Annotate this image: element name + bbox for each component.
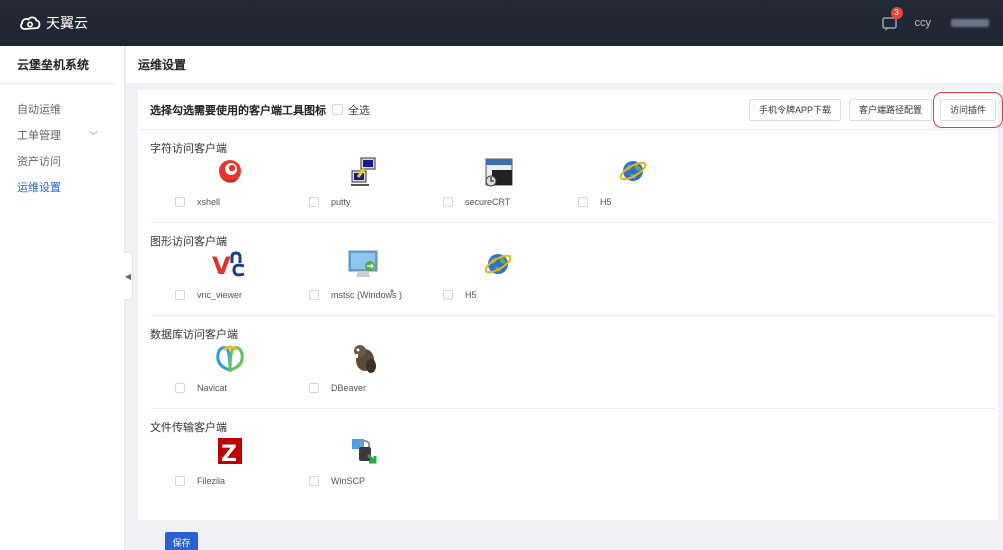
client-item-mstsc[interactable]: mstsc (Windows ) ● bbox=[309, 249, 419, 309]
client-item-filezilla[interactable]: Z Filezila bbox=[175, 435, 285, 495]
sidebar-nav: 自动运维 工单管理 ﹀ 资产访问 运维设置 bbox=[0, 97, 124, 201]
system-title: 云堡垒机系统 bbox=[0, 46, 116, 84]
sidebar-item-work-orders[interactable]: 工单管理 ﹀ bbox=[0, 123, 124, 149]
client-checkbox[interactable] bbox=[175, 476, 185, 486]
cloud-logo-icon bbox=[20, 16, 41, 30]
mobile-token-app-download-button[interactable]: 手机令牌APP下载 bbox=[748, 99, 841, 121]
client-checkbox[interactable] bbox=[443, 290, 453, 300]
sidebar-item-label: 自动运维 bbox=[17, 104, 61, 116]
client-checkbox[interactable] bbox=[175, 383, 185, 393]
client-item-navicat[interactable]: Navicat bbox=[175, 342, 285, 402]
sidebar-item-label: 工单管理 bbox=[17, 130, 61, 142]
client-label: putty bbox=[331, 197, 351, 207]
sidebar-item-auto-ops[interactable]: 自动运维 bbox=[0, 97, 124, 123]
xshell-icon bbox=[219, 160, 241, 183]
putty-icon bbox=[351, 157, 376, 186]
dbeaver-icon bbox=[354, 345, 376, 373]
client-item-xshell[interactable]: xshell bbox=[175, 156, 285, 216]
client-label: xshell bbox=[197, 197, 221, 207]
logo-text: 天翼云 bbox=[46, 15, 88, 31]
sidebar-collapse-toggle[interactable]: ◀ bbox=[124, 252, 133, 300]
save-button[interactable]: 保存 bbox=[165, 532, 198, 550]
client-label: H5 bbox=[600, 197, 612, 207]
client-checkbox[interactable] bbox=[309, 476, 319, 486]
client-label: Navicat bbox=[197, 383, 228, 393]
section-title: 数据库访问客户端 bbox=[150, 329, 238, 341]
client-item-h5[interactable]: H5 bbox=[578, 156, 688, 216]
filezilla-icon: Z bbox=[218, 438, 242, 467]
client-label: H5 bbox=[465, 290, 477, 300]
user-name[interactable]: ccy bbox=[915, 17, 932, 29]
client-checkbox[interactable] bbox=[309, 383, 319, 393]
mstsc-icon bbox=[348, 250, 378, 277]
sidebar-item-asset-access[interactable]: 资产访问 bbox=[0, 149, 124, 175]
sidebar-item-label: 运维设置 bbox=[17, 182, 61, 194]
select-all-label[interactable]: 全选 bbox=[348, 102, 370, 118]
chevron-down-icon: ﹀ bbox=[88, 131, 98, 141]
select-all-checkbox[interactable] bbox=[332, 104, 343, 115]
client-checkbox[interactable] bbox=[443, 197, 453, 207]
top-bar: 天翼云 3 ccy bbox=[0, 0, 1003, 46]
vnc-icon: V bbox=[212, 251, 245, 279]
logo[interactable]: 天翼云 bbox=[19, 13, 88, 33]
svg-text:Z: Z bbox=[221, 442, 237, 467]
winscp-icon bbox=[352, 439, 377, 464]
client-label: vnc_viewer bbox=[197, 290, 243, 300]
client-checkbox[interactable] bbox=[175, 197, 185, 207]
client-item-putty[interactable]: putty bbox=[309, 156, 419, 216]
toolbar-title: 选择勾选需要使用的客户端工具图标 bbox=[150, 104, 326, 117]
user-account-blurred[interactable] bbox=[951, 19, 989, 27]
globe-icon bbox=[484, 254, 512, 274]
sidebar-item-ops-settings[interactable]: 运维设置 bbox=[0, 175, 124, 201]
settings-card: 选择勾选需要使用的客户端工具图标 全选 手机令牌APP下载 客户端路径配置 访问… bbox=[138, 90, 1003, 520]
access-plugin-button[interactable]: 访问插件 bbox=[932, 92, 1003, 128]
client-label: Filezila bbox=[197, 476, 226, 486]
notification-badge: 3 bbox=[890, 7, 903, 19]
navicat-icon bbox=[216, 345, 244, 372]
sidebar: 云堡垒机系统 自动运维 工单管理 ﹀ 资产访问 运维设置 bbox=[0, 46, 125, 550]
section-character-clients: 字符访问客户端 xshell putty secureCRT H5 bbox=[150, 130, 996, 223]
section-title: 图形访问客户端 bbox=[150, 236, 227, 248]
section-title: 文件传输客户端 bbox=[150, 422, 227, 434]
chevron-left-icon: ◀ bbox=[124, 271, 132, 281]
client-item-securecrt[interactable]: secureCRT bbox=[443, 156, 553, 216]
section-graphical-clients: 图形访问客户端 V vnc_viewer mstsc (Windows) ● … bbox=[150, 223, 996, 316]
notification-bell[interactable]: 3 bbox=[881, 7, 903, 33]
section-title: 字符访问客户端 bbox=[150, 143, 227, 155]
page-title: 运维设置 bbox=[126, 46, 1003, 84]
client-checkbox[interactable] bbox=[309, 290, 319, 300]
client-item-vnc-viewer[interactable]: V vnc_viewer bbox=[175, 249, 285, 309]
client-path-config-button[interactable]: 客户端路径配置 bbox=[848, 99, 932, 121]
client-item-dbeaver[interactable]: DBeaver bbox=[309, 342, 419, 402]
section-file-transfer-clients: 文件传输客户端 Z Filezila WinSCP bbox=[150, 409, 996, 502]
client-label: secureCRT bbox=[465, 197, 511, 207]
info-icon[interactable]: ● bbox=[390, 288, 394, 295]
svg-text:V: V bbox=[212, 252, 231, 279]
securecrt-icon bbox=[485, 158, 513, 187]
sidebar-item-label: 资产访问 bbox=[17, 156, 61, 168]
client-item-h5-graphic[interactable]: H5 bbox=[443, 249, 553, 309]
client-checkbox[interactable] bbox=[309, 197, 319, 207]
toolbar: 选择勾选需要使用的客户端工具图标 全选 手机令牌APP下载 客户端路径配置 访问… bbox=[138, 90, 1003, 130]
client-checkbox[interactable] bbox=[175, 290, 185, 300]
section-database-clients: 数据库访问客户端 Navicat DBeaver bbox=[150, 316, 996, 409]
client-label: WinSCP bbox=[331, 476, 366, 486]
client-label: DBeaver bbox=[331, 383, 367, 393]
globe-icon bbox=[619, 161, 647, 181]
client-checkbox[interactable] bbox=[578, 197, 588, 207]
client-item-winscp[interactable]: WinSCP bbox=[309, 435, 419, 495]
